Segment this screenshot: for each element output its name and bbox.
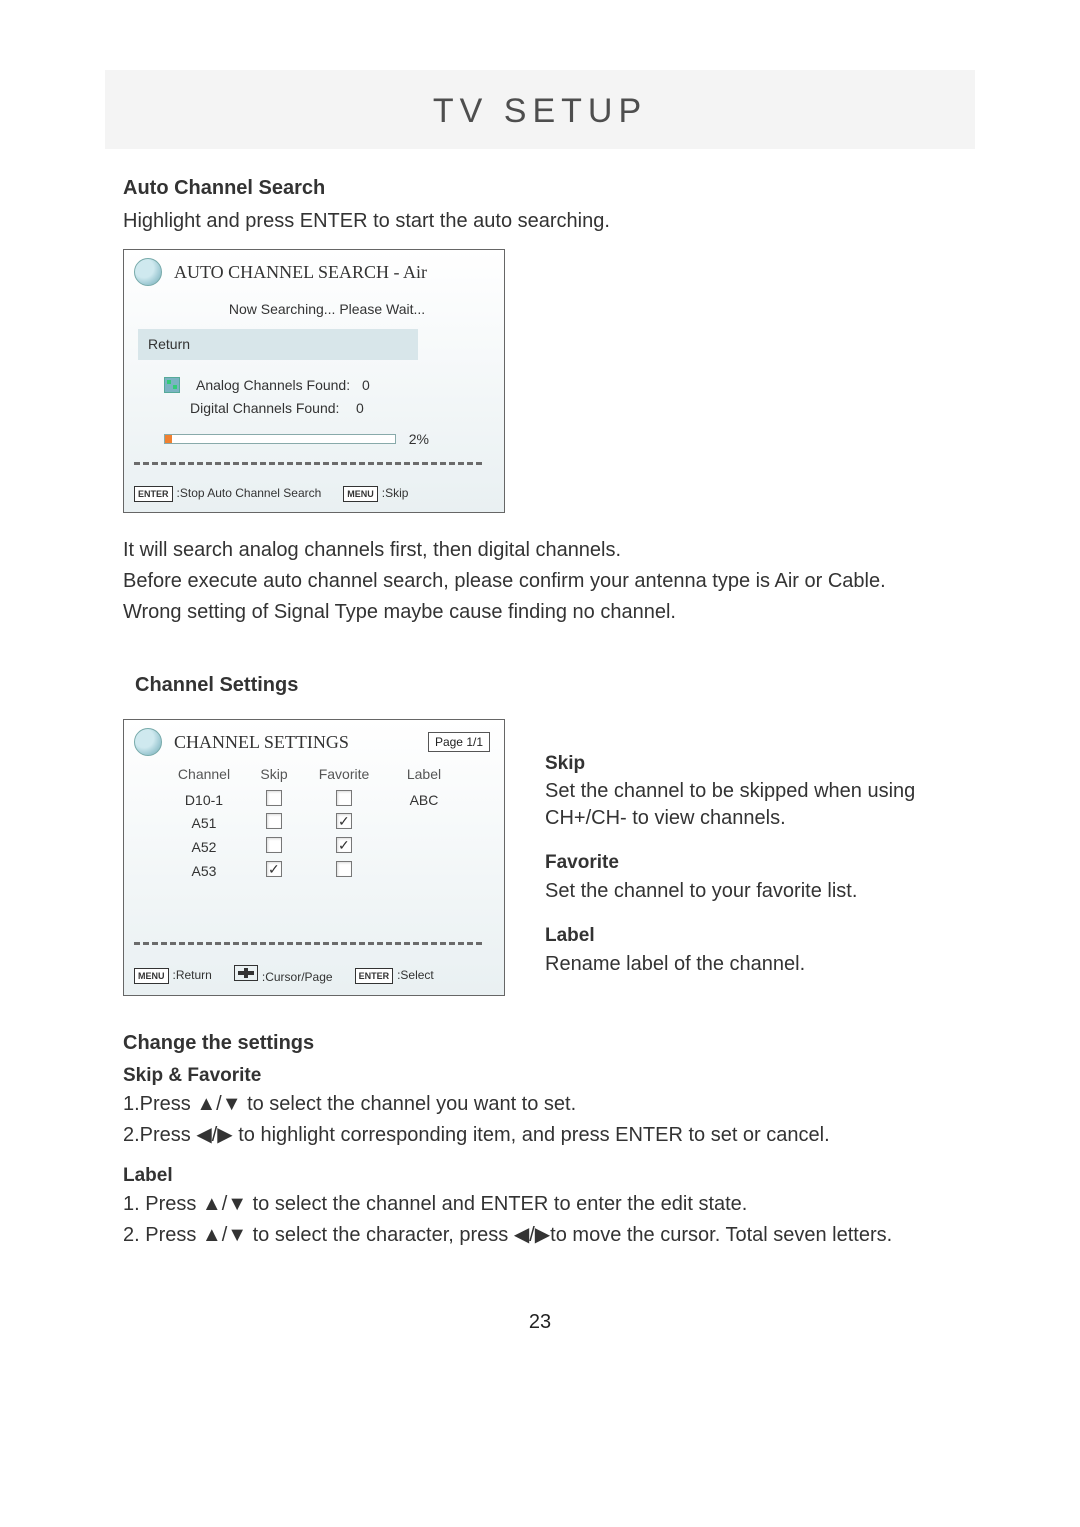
analog-label: Analog Channels Found: bbox=[196, 376, 356, 395]
auto-search-osd-title: AUTO CHANNEL SEARCH - Air bbox=[174, 260, 490, 284]
col-label: Label bbox=[384, 765, 464, 784]
skip-checkbox[interactable] bbox=[266, 837, 282, 853]
hint-skip: MENU:Skip bbox=[343, 485, 408, 502]
change-settings-heading: Change the settings bbox=[123, 1030, 957, 1057]
globe-icon bbox=[134, 258, 162, 286]
channel-name: A52 bbox=[164, 838, 244, 857]
digital-label: Digital Channels Found: bbox=[190, 399, 350, 418]
digital-value: 0 bbox=[356, 399, 364, 418]
favorite-checkbox[interactable] bbox=[336, 861, 352, 877]
hint-select: ENTER:Select bbox=[355, 967, 434, 984]
skip-checkbox[interactable] bbox=[266, 813, 282, 829]
channel-name: A53 bbox=[164, 862, 244, 881]
skip-favorite-heading: Skip & Favorite bbox=[123, 1063, 957, 1089]
lb-step-1: 1. Press ▲/▼ to select the channel and E… bbox=[123, 1191, 957, 1218]
divider bbox=[134, 462, 482, 465]
sf-step-1: 1.Press ▲/▼ to select the channel you wa… bbox=[123, 1091, 957, 1118]
favorite-checkbox[interactable] bbox=[336, 837, 352, 853]
page-indicator: Page 1/1 bbox=[428, 732, 490, 752]
table-row[interactable]: A53 bbox=[164, 861, 490, 882]
label-desc: Rename label of the channel. bbox=[545, 951, 957, 978]
now-searching-text: Now Searching... Please Wait... bbox=[164, 300, 490, 319]
analog-value: 0 bbox=[362, 376, 370, 395]
hint-return: MENU:Return bbox=[134, 967, 212, 984]
favorite-checkbox[interactable] bbox=[336, 790, 352, 806]
channel-name: A51 bbox=[164, 814, 244, 833]
skip-heading: Skip bbox=[545, 751, 957, 777]
favorite-checkbox[interactable] bbox=[336, 813, 352, 829]
col-favorite: Favorite bbox=[304, 765, 384, 784]
channel-label: ABC bbox=[384, 791, 464, 810]
page-number: 23 bbox=[123, 1309, 957, 1336]
col-channel: Channel bbox=[164, 765, 244, 784]
lb-step-2: 2. Press ▲/▼ to select the character, pr… bbox=[123, 1222, 957, 1249]
hint-stop-search: ENTER:Stop Auto Channel Search bbox=[134, 485, 321, 502]
auto-search-heading: Auto Channel Search bbox=[123, 175, 957, 202]
table-row[interactable]: D10-1 ABC bbox=[164, 790, 490, 811]
progress-bar: 2% bbox=[164, 434, 396, 444]
col-skip: Skip bbox=[244, 765, 304, 784]
channel-settings-osd: CHANNEL SETTINGS Page 1/1 Channel Skip F… bbox=[123, 719, 505, 997]
enter-key-icon: ENTER bbox=[134, 486, 173, 502]
enter-key-icon: ENTER bbox=[355, 968, 394, 984]
auto-search-note-1: It will search analog channels first, th… bbox=[123, 537, 957, 564]
auto-search-osd: AUTO CHANNEL SEARCH - Air Now Searching.… bbox=[123, 249, 505, 513]
return-button[interactable]: Return bbox=[138, 329, 418, 360]
sf-step-2: 2.Press ◀/▶ to highlight corresponding i… bbox=[123, 1122, 957, 1149]
auto-search-note-2: Before execute auto channel search, plea… bbox=[123, 568, 957, 595]
channel-name: D10-1 bbox=[164, 791, 244, 810]
channel-settings-heading: Channel Settings bbox=[135, 672, 957, 699]
auto-search-intro: Highlight and press ENTER to start the a… bbox=[123, 208, 957, 235]
label-subheading: Label bbox=[123, 1163, 957, 1189]
favorite-desc: Set the channel to your favorite list. bbox=[545, 878, 957, 905]
skip-checkbox[interactable] bbox=[266, 861, 282, 877]
table-row[interactable]: A51 bbox=[164, 813, 490, 834]
hint-cursor: :Cursor/Page bbox=[234, 965, 333, 985]
page-title: TV SETUP bbox=[105, 70, 975, 149]
label-heading: Label bbox=[545, 923, 957, 949]
skip-desc: Set the channel to be skipped when using… bbox=[545, 778, 957, 832]
divider bbox=[134, 942, 482, 945]
analog-icon bbox=[164, 377, 180, 393]
menu-key-icon: MENU bbox=[134, 968, 169, 984]
channel-settings-osd-title: CHANNEL SETTINGS bbox=[174, 730, 416, 754]
auto-search-note-3: Wrong setting of Signal Type maybe cause… bbox=[123, 599, 957, 626]
favorite-heading: Favorite bbox=[545, 850, 957, 876]
skip-checkbox[interactable] bbox=[266, 790, 282, 806]
dpad-icon bbox=[234, 965, 258, 981]
menu-key-icon: MENU bbox=[343, 486, 378, 502]
table-header: Channel Skip Favorite Label bbox=[164, 765, 490, 784]
progress-percent: 2% bbox=[409, 430, 429, 449]
table-row[interactable]: A52 bbox=[164, 837, 490, 858]
globe-icon bbox=[134, 728, 162, 756]
